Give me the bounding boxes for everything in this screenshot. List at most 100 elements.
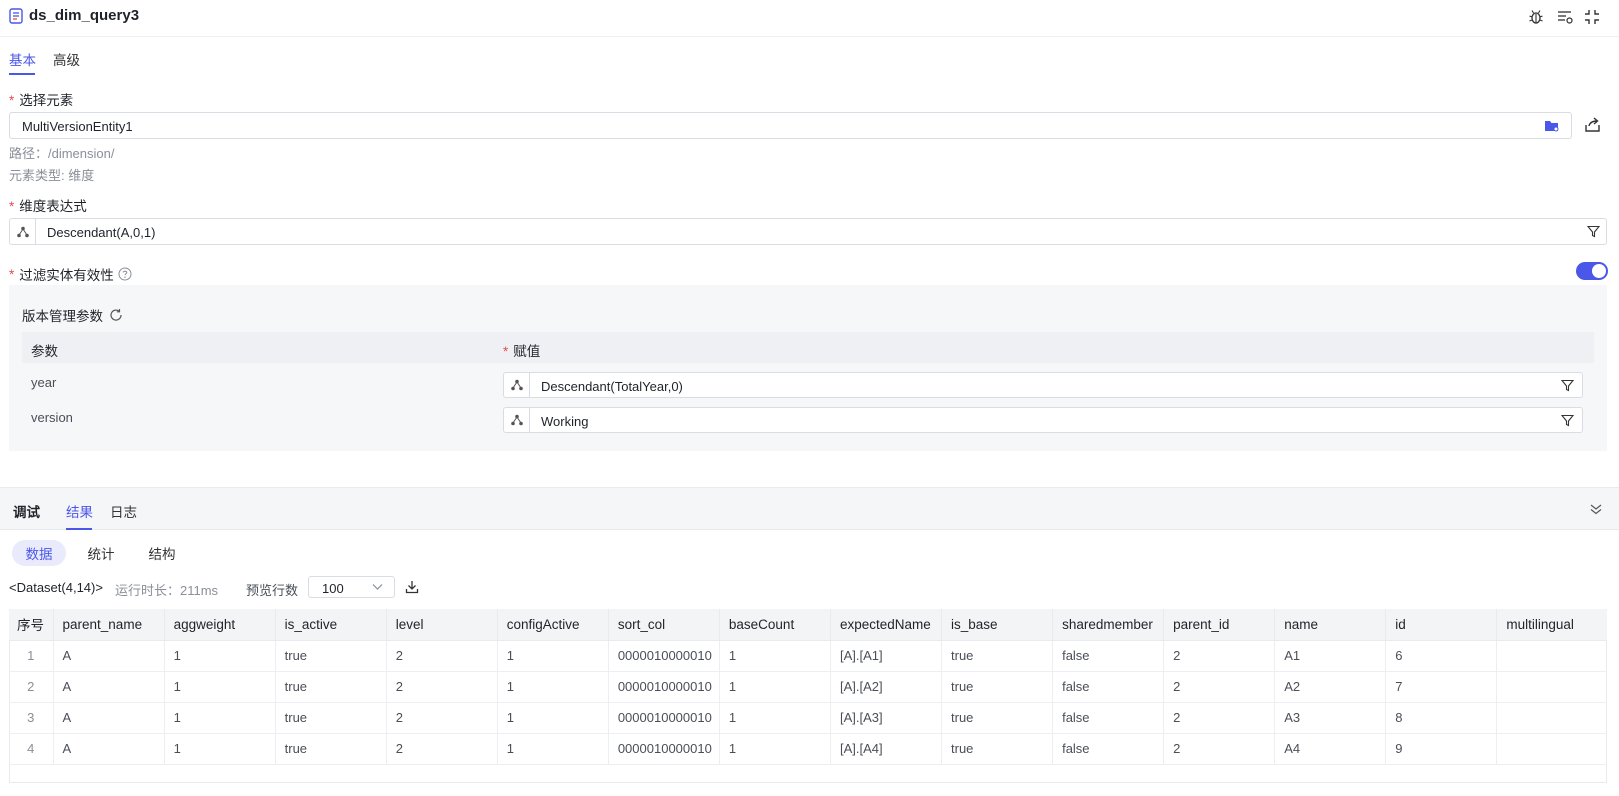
table-cell: A2 [1274,671,1387,703]
hierarchy-picker-button[interactable] [503,372,530,398]
column-header[interactable]: configActive [497,609,609,641]
column-header[interactable]: baseCount [719,609,831,641]
column-header[interactable]: level [386,609,498,641]
tab-debug[interactable]: 调试 [13,501,40,521]
active-tab-indicator [66,528,92,530]
table-cell: true [941,702,1054,734]
column-header[interactable]: name [1274,609,1387,641]
dimension-expression-label: * 维度表达式 [9,195,87,215]
dimension-expression-input[interactable]: Descendant(A,0,1) [35,218,1607,245]
version-params-header [22,332,1594,363]
collapse-panel-icon[interactable] [1589,502,1603,516]
column-header[interactable]: id [1385,609,1498,641]
version-params-title-text: 版本管理参数 [22,309,103,324]
table-row[interactable]: 3 A 1 true 2 1 0000010000010 1 [A].[A3] true false… [9,702,1607,734]
debug-button[interactable] [1527,8,1545,26]
preview-rows-value: 100 [322,581,344,596]
table-cell: 2 [1163,733,1276,765]
table-cell: 2 [1163,640,1276,672]
column-header[interactable]: is_active [275,609,387,641]
results-body: 1 A 1 true 2 1 0000010000010 1 [A].[A1] true false… [9,640,1607,765]
row-index-cell: 4 [9,733,54,765]
column-header[interactable]: 序号 [9,609,54,641]
subtab-structure[interactable]: 结构 [135,540,189,566]
filter-icon[interactable] [1561,379,1574,392]
download-icon[interactable] [405,580,419,594]
required-mark: * [503,344,509,359]
collapse-button[interactable] [1583,8,1601,26]
tab-basic[interactable]: 基本 [9,49,36,69]
table-cell: 0000010000010 [608,640,720,672]
param-value-input-year[interactable]: Descendant(TotalYear,0) [529,372,1583,398]
column-header[interactable]: expectedName [830,609,943,641]
table-cell: [A].[A3] [830,702,943,734]
table-cell [1496,702,1607,734]
column-header[interactable]: sort_col [608,609,720,641]
version-params-title: 版本管理参数 [22,305,123,325]
preview-rows-select[interactable]: 100 [308,576,395,598]
dimension-expression-value: Descendant(A,0,1) [47,225,156,240]
table-cell: true [275,640,387,672]
query-file-icon [9,8,24,24]
table-cell: false [1052,733,1165,765]
filter-icon[interactable] [1561,414,1574,427]
table-cell: A [53,702,165,734]
tab-advanced[interactable]: 高级 [53,49,80,69]
select-element-label-text: 选择元素 [19,93,74,108]
debug-panel-bar [0,487,1619,530]
hierarchy-picker-button[interactable] [503,407,530,433]
table-cell [1496,671,1607,703]
table-cell: true [275,702,387,734]
column-header[interactable]: multilingual [1496,609,1607,641]
runtime-info: 运行时长：211ms [115,583,219,598]
row-index-cell: 3 [9,702,54,734]
table-cell: true [941,671,1054,703]
collapse-icon [1584,9,1600,25]
column-header[interactable]: aggweight [164,609,276,641]
param-name-year: year [31,375,57,390]
required-mark: * [9,93,15,108]
subtab-statistics[interactable]: 统计 [74,540,128,566]
table-cell: 1 [497,733,609,765]
table-row[interactable]: 4 A 1 true 2 1 0000010000010 1 [A].[A4] true false… [9,733,1607,765]
hierarchy-icon [510,414,523,426]
list-settings-button[interactable] [1556,8,1574,26]
table-cell: 1 [719,671,831,703]
column-header[interactable]: is_base [941,609,1054,641]
table-cell [1496,640,1607,672]
toggle-knob [1592,264,1606,278]
dimension-expression-label-text: 维度表达式 [19,199,87,214]
table-cell: A [53,671,165,703]
table-cell: 0000010000010 [608,733,720,765]
subtab-data[interactable]: 数据 [12,540,66,566]
filter-validity-toggle[interactable] [1576,262,1608,280]
table-cell: A [53,733,165,765]
hierarchy-icon [16,226,29,238]
column-header[interactable]: parent_id [1163,609,1276,641]
table-cell: 1 [497,640,609,672]
table-cell: 8 [1385,702,1498,734]
refresh-icon[interactable] [109,308,123,322]
tab-log[interactable]: 日志 [110,501,137,521]
column-header[interactable]: parent_name [53,609,165,641]
table-row[interactable]: 2 A 1 true 2 1 0000010000010 1 [A].[A2] true false… [9,671,1607,703]
element-path: 路径：/dimension/ [9,146,115,161]
hierarchy-picker-button[interactable] [9,218,36,245]
table-cell: 1 [719,640,831,672]
table-row[interactable]: 1 A 1 true 2 1 0000010000010 1 [A].[A1] true false… [9,640,1607,672]
param-value-input-version[interactable]: Working [529,407,1583,433]
required-mark: * [9,266,15,282]
folder-icon[interactable] [1544,119,1560,133]
table-cell: A [53,640,165,672]
element-field[interactable]: MultiVersionEntity1 [9,112,1572,139]
table-cell: [A].[A1] [830,640,943,672]
filter-icon[interactable] [1587,225,1600,238]
table-cell: true [275,733,387,765]
tab-results[interactable]: 结果 [66,501,93,521]
col-value-header: * 赋值 [503,340,540,360]
column-header[interactable]: sharedmember [1052,609,1165,641]
element-type: 元素类型: 维度 [9,168,95,183]
select-element-label: * 选择元素 [9,89,73,109]
help-icon[interactable] [118,267,132,281]
share-icon[interactable] [1584,116,1602,134]
